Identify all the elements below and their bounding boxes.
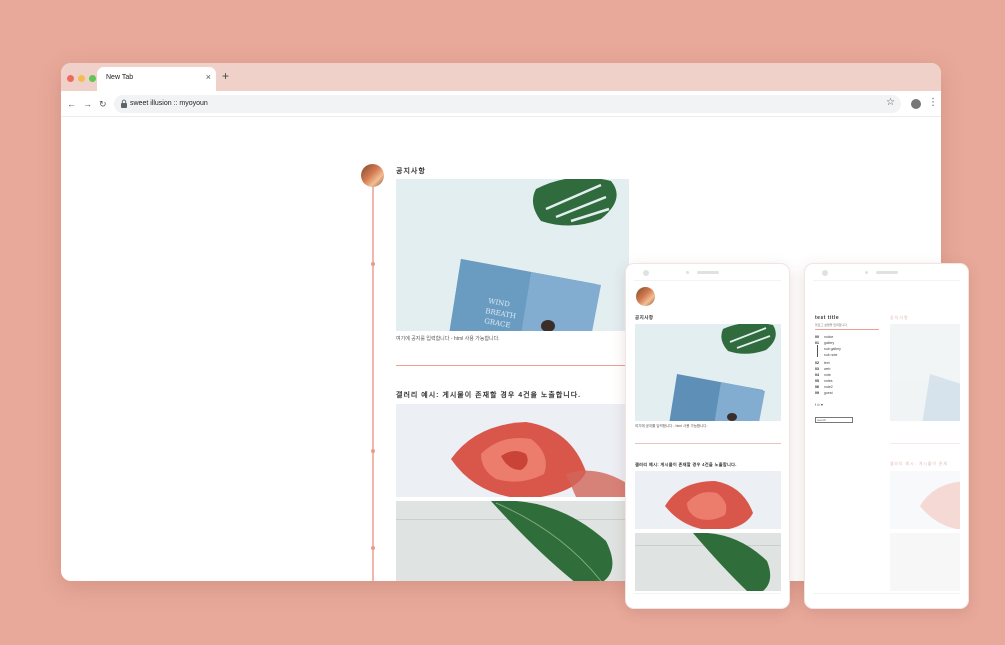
sidebar-item-notice[interactable]: 00 notice bbox=[815, 335, 833, 339]
menu-label: notes bbox=[824, 379, 833, 383]
menu-number: 06 bbox=[815, 385, 819, 389]
post-title-notice[interactable]: 공지사항 bbox=[635, 315, 654, 321]
menu-number bbox=[815, 353, 820, 357]
gallery-image-rose bbox=[890, 471, 960, 529]
blog-title[interactable]: test title bbox=[815, 315, 839, 321]
gallery-image-leaf bbox=[890, 533, 960, 591]
minimize-window-button[interactable] bbox=[78, 75, 85, 82]
timeline-dot bbox=[371, 449, 375, 453]
gallery-image-leaf[interactable] bbox=[396, 501, 629, 581]
sidebar-item-note[interactable]: 04 note bbox=[815, 373, 831, 377]
gallery-image-rose[interactable] bbox=[635, 471, 781, 529]
tab-close-icon[interactable]: × bbox=[206, 72, 211, 82]
menu-label: sub gallery bbox=[824, 347, 841, 351]
phone-speaker bbox=[697, 271, 719, 274]
avatar[interactable] bbox=[361, 164, 384, 187]
menu-number: 02 bbox=[815, 361, 819, 365]
tab-new-tab[interactable]: New Tab × bbox=[97, 67, 216, 91]
post-title-gallery: 갤러리 예시: 게시물이 존재 bbox=[890, 462, 948, 466]
phone-sensor bbox=[865, 271, 868, 274]
menu-number: 04 bbox=[815, 373, 819, 377]
sidebar-item-web[interactable]: 03 web bbox=[815, 367, 830, 371]
close-window-button[interactable] bbox=[67, 75, 74, 82]
leaf-photo-icon bbox=[396, 501, 629, 581]
post-title-notice[interactable]: 공지사항 bbox=[396, 166, 426, 176]
post-divider bbox=[635, 443, 781, 444]
gallery-image-rose[interactable] bbox=[396, 404, 629, 497]
post-title-gallery[interactable]: 갤러리 예시: 게시물이 존재할 경우 4건을 노출합니다. bbox=[396, 390, 581, 400]
menu-number: 05 bbox=[815, 379, 819, 383]
menu-number: 09 bbox=[815, 391, 819, 395]
phone-mockup-mobile: 공지사항 여기에 공지를 입력합니다 - html 사용 가능합니다. 갤러리 … bbox=[625, 263, 790, 609]
post-text-notice: 여기에 공지를 입력합니다 - html 사용 가능합니다. bbox=[396, 336, 500, 342]
magazine-photo-icon bbox=[922, 374, 960, 421]
menu-label: sub note bbox=[824, 353, 838, 357]
post-divider bbox=[396, 365, 629, 366]
address-bar[interactable]: sweet illusion :: myoyoun ☆ bbox=[114, 95, 901, 113]
timeline-dot bbox=[371, 546, 375, 550]
menu-number: 00 bbox=[815, 335, 819, 339]
sidebar-item-sub-note[interactable]: sub note bbox=[815, 353, 837, 357]
lock-icon bbox=[121, 99, 127, 108]
timeline-dot bbox=[371, 262, 375, 266]
new-tab-button[interactable]: + bbox=[222, 70, 229, 82]
menu-label: note2 bbox=[824, 385, 833, 389]
rose-photo-icon bbox=[451, 422, 628, 497]
phone-camera bbox=[643, 270, 649, 276]
menu-number: 03 bbox=[815, 367, 819, 371]
browser-toolbar: ← → ↻ sweet illusion :: myoyoun ☆ ⋮ bbox=[61, 91, 941, 117]
post-title-gallery[interactable]: 갤러리 예시: 게시물이 존재할 경우 4건을 노출합니다. bbox=[635, 462, 737, 468]
menu-label: text bbox=[824, 361, 830, 365]
post-divider bbox=[890, 443, 960, 444]
post-text-notice: 여기에 공지를 입력합니다 - html 사용 가능합니다. bbox=[635, 424, 708, 428]
sidebar-item-guest[interactable]: 09 guest bbox=[815, 391, 833, 395]
faded-content: 공지사항 갤러리 예시: 게시물이 존재 bbox=[889, 281, 960, 593]
magazine-photo-icon: WIND BREATH GRACE bbox=[449, 179, 617, 331]
gallery-image-leaf[interactable] bbox=[635, 533, 781, 591]
menu-number bbox=[815, 347, 820, 351]
forward-icon[interactable]: → bbox=[83, 98, 92, 110]
avatar[interactable] bbox=[636, 287, 655, 306]
phone-screen: test title 블로그 설명을 입력합니다. 00 notice 01 gal… bbox=[813, 280, 960, 594]
rose-photo-icon bbox=[665, 481, 753, 529]
menu-label: notice bbox=[824, 335, 834, 339]
menu-label: guest bbox=[824, 391, 833, 395]
browser-menu-icon[interactable]: ⋮ bbox=[928, 97, 938, 109]
post-divider bbox=[635, 593, 781, 594]
phone-camera bbox=[822, 270, 828, 276]
menu-label: gallery bbox=[824, 341, 835, 345]
sidebar-item-sub-gallery[interactable]: sub gallery bbox=[815, 347, 841, 351]
window-controls bbox=[67, 75, 96, 82]
phone-speaker bbox=[876, 271, 898, 274]
post-title-notice: 공지사항 bbox=[890, 315, 909, 320]
post-image-magazine bbox=[890, 324, 960, 421]
menu-label: note bbox=[824, 373, 831, 377]
menu-label: web bbox=[824, 367, 831, 371]
url-text: sweet illusion :: myoyoun bbox=[130, 100, 208, 107]
extension-icon[interactable] bbox=[911, 99, 921, 109]
leaf-photo-icon bbox=[635, 533, 781, 591]
sidebar-divider bbox=[815, 329, 879, 330]
rose-photo-icon bbox=[920, 481, 960, 529]
magazine-photo-icon bbox=[669, 324, 776, 421]
social-icons[interactable]: f ⊙ ♥ bbox=[815, 403, 823, 407]
sidebar-item-notes[interactable]: 05 notes bbox=[815, 379, 833, 383]
bookmark-star-icon[interactable]: ☆ bbox=[886, 97, 895, 108]
post-image-magazine[interactable] bbox=[635, 324, 781, 421]
search-input[interactable]: search bbox=[815, 417, 853, 423]
maximize-window-button[interactable] bbox=[89, 75, 96, 82]
blog-subtitle: 블로그 설명을 입력합니다. bbox=[815, 323, 848, 327]
sidebar-item-text[interactable]: 02 text bbox=[815, 361, 830, 365]
sidebar-item-note2[interactable]: 06 note2 bbox=[815, 385, 833, 389]
reload-icon[interactable]: ↻ bbox=[99, 98, 107, 110]
tab-title: New Tab bbox=[106, 74, 134, 81]
back-icon[interactable]: ← bbox=[67, 98, 76, 110]
phone-screen: 공지사항 여기에 공지를 입력합니다 - html 사용 가능합니다. 갤러리 … bbox=[634, 280, 781, 594]
timeline-line bbox=[372, 176, 374, 581]
phone-sensor bbox=[686, 271, 689, 274]
post-image-magazine[interactable]: WIND BREATH GRACE bbox=[396, 179, 629, 331]
phone-mockup-sidebar: test title 블로그 설명을 입력합니다. 00 notice 01 gal… bbox=[804, 263, 969, 609]
tab-strip: New Tab × + bbox=[61, 63, 941, 91]
